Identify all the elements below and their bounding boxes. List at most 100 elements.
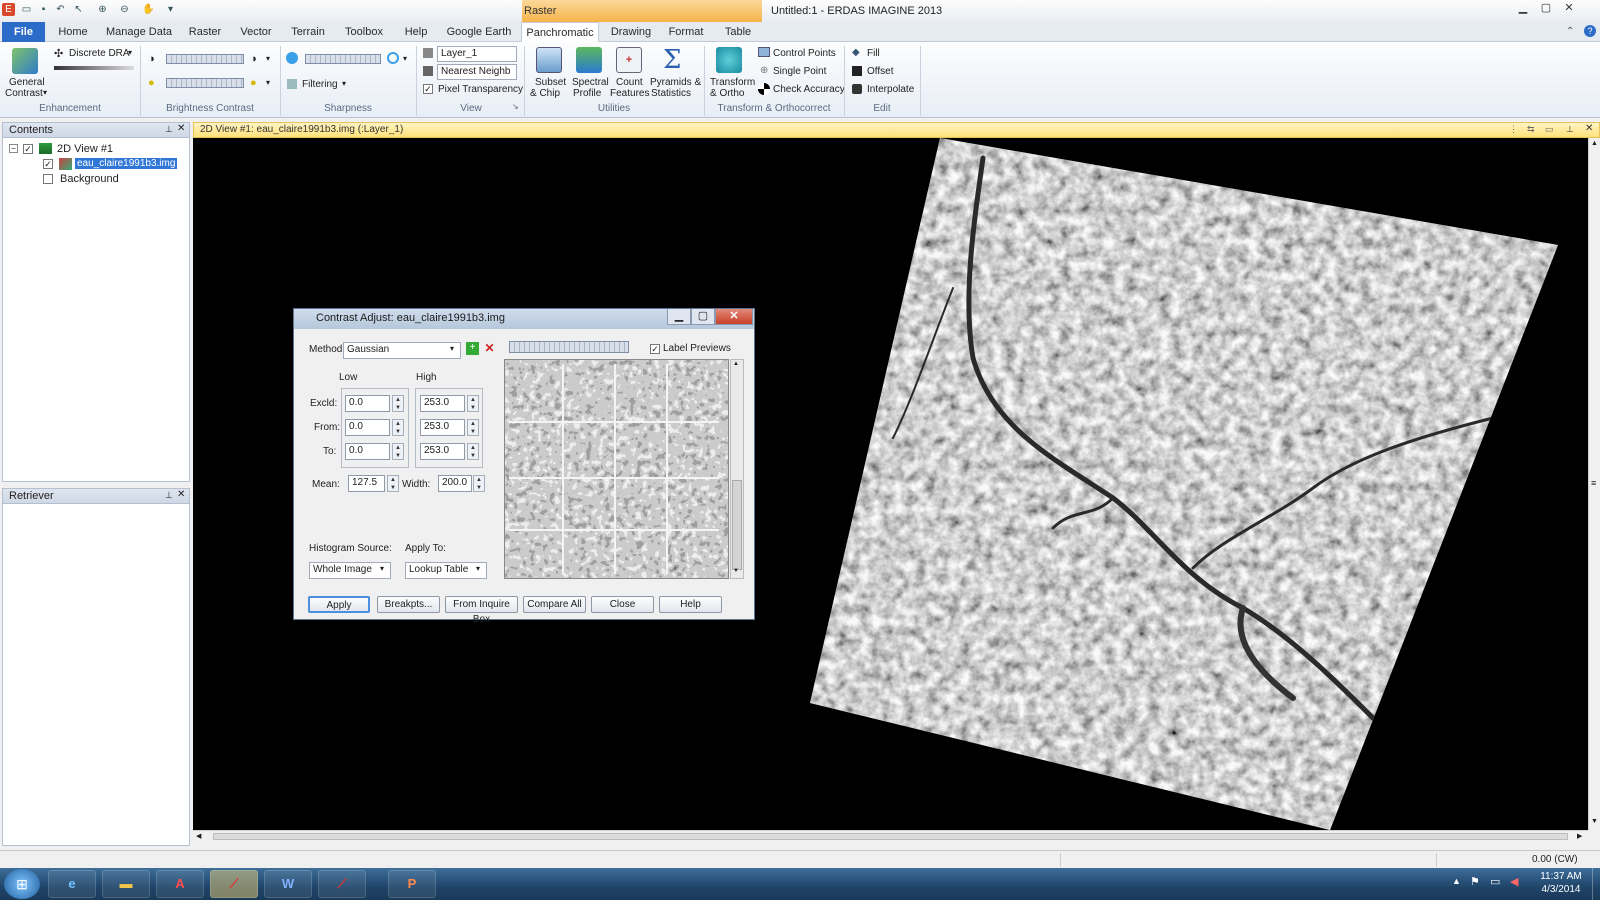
tab-toolbox[interactable]: Toolbox: [341, 22, 387, 42]
single-point-button[interactable]: Single Point: [773, 66, 826, 77]
general-contrast-icon[interactable]: [12, 48, 38, 74]
dialog-minimize-icon[interactable]: ▁: [667, 309, 691, 325]
tab-home[interactable]: Home: [52, 22, 94, 42]
scroll-down-icon[interactable]: ▼: [1591, 818, 1598, 825]
tab-terrain[interactable]: Terrain: [286, 22, 330, 42]
filtering-button[interactable]: Filtering: [302, 79, 338, 90]
maximize-icon[interactable]: ▢: [1535, 1, 1557, 17]
scroll-thumb[interactable]: ≡: [1591, 478, 1596, 488]
layer-item-label[interactable]: eau_claire1991b3.img: [75, 158, 178, 169]
spectral-label-2[interactable]: Profile: [573, 88, 601, 99]
count-features-icon[interactable]: +: [616, 47, 642, 73]
show-desktop-button[interactable]: [1592, 868, 1600, 900]
pin-icon[interactable]: ⊥: [1566, 124, 1574, 135]
to-low-input[interactable]: 0.0: [345, 443, 390, 460]
clock-time[interactable]: 11:37 AM: [1536, 871, 1586, 882]
breakpts-button[interactable]: Breakpts...: [377, 596, 440, 613]
undo-icon[interactable]: ↶: [54, 3, 67, 16]
contrast-slider[interactable]: [166, 54, 244, 64]
resample-select[interactable]: Nearest Neighb: [437, 64, 517, 80]
ribbon-collapse-icon[interactable]: ⌃: [1566, 26, 1574, 37]
tab-file[interactable]: File: [2, 22, 45, 42]
dialog-maximize-icon[interactable]: ▢: [691, 309, 715, 325]
viewer-float-icon[interactable]: ▭: [1545, 124, 1554, 135]
help-icon[interactable]: ?: [1584, 25, 1596, 37]
horizontal-scrollbar[interactable]: ◀ ▶: [193, 830, 1588, 842]
pin-icon[interactable]: ⊥: [165, 490, 173, 501]
spectral-profile-icon[interactable]: [576, 47, 602, 73]
scroll-right-icon[interactable]: ▶: [1577, 832, 1582, 840]
compare-all-button[interactable]: Compare All: [523, 596, 586, 613]
pixel-transparency-label[interactable]: Pixel Transparency: [438, 84, 523, 95]
check-accuracy-button[interactable]: Check Accuracy: [773, 84, 845, 95]
offset-button[interactable]: Offset: [867, 66, 894, 77]
view-checkbox[interactable]: ✓: [23, 144, 33, 154]
minimize-icon[interactable]: ▁: [1512, 1, 1534, 17]
dialog-launcher-icon[interactable]: ↘: [512, 102, 519, 111]
open-icon[interactable]: ▭: [20, 3, 33, 16]
chevron-down-icon[interactable]: ▾: [450, 344, 454, 353]
from-high-spinner[interactable]: ▲ ▼: [467, 419, 479, 436]
explorer-icon[interactable]: ▬: [102, 870, 150, 898]
close-icon[interactable]: ✕: [177, 489, 185, 500]
layer-select[interactable]: Layer_1: [437, 46, 517, 62]
scroll-up-icon[interactable]: ▲: [1591, 140, 1598, 147]
ie-icon[interactable]: e: [48, 870, 96, 898]
collapse-icon[interactable]: −: [9, 144, 18, 153]
chevron-down-icon[interactable]: ▾: [403, 54, 407, 63]
mean-spinner[interactable]: ▲ ▼: [387, 475, 399, 492]
close-icon[interactable]: ✕: [177, 123, 185, 134]
erdas-icon[interactable]: ⟋: [318, 870, 366, 898]
chevron-down-icon[interactable]: ▾: [266, 78, 270, 87]
network-icon[interactable]: ▭: [1490, 875, 1500, 888]
chevron-down-icon[interactable]: ▾: [266, 54, 270, 63]
to-low-spinner[interactable]: ▲ ▼: [392, 443, 404, 460]
tab-drawing[interactable]: Drawing: [608, 22, 654, 42]
excld-low-spinner[interactable]: ▲ ▼: [392, 395, 404, 412]
method-select[interactable]: Gaussian: [343, 342, 461, 359]
transform-label-1[interactable]: Transform: [710, 77, 755, 88]
fill-button[interactable]: Fill: [867, 48, 880, 59]
scroll-up-icon[interactable]: ▲: [733, 361, 739, 367]
view-item-label[interactable]: 2D View #1: [57, 143, 113, 155]
tab-vector[interactable]: Vector: [236, 22, 276, 42]
tab-panchromatic[interactable]: Panchromatic: [521, 22, 599, 43]
to-high-spinner[interactable]: ▲ ▼: [467, 443, 479, 460]
general-contrast-label-2[interactable]: Contrast: [5, 88, 43, 99]
brightness-slider[interactable]: [166, 78, 244, 88]
pan-icon[interactable]: ✋: [142, 3, 155, 16]
scroll-left-icon[interactable]: ◀: [196, 832, 201, 840]
transform-label-2[interactable]: & Ortho: [710, 88, 744, 99]
excld-high-spinner[interactable]: ▲ ▼: [467, 395, 479, 412]
pin-icon[interactable]: ⊥: [165, 124, 173, 135]
pyramids-statistics-icon[interactable]: Σ: [663, 45, 681, 75]
tab-help[interactable]: Help: [402, 22, 430, 42]
app-logo-icon[interactable]: E: [2, 3, 15, 16]
from-low-input[interactable]: 0.0: [345, 419, 390, 436]
apply-to-select[interactable]: Lookup Table: [405, 562, 487, 579]
chevron-down-icon[interactable]: ▾: [43, 88, 47, 97]
interpolate-button[interactable]: Interpolate: [867, 84, 914, 95]
brightness-increase-icon[interactable]: ●: [250, 77, 257, 89]
sharpness-increase-icon[interactable]: [387, 52, 399, 64]
close-button[interactable]: Close: [591, 596, 654, 613]
pixel-transparency-checkbox[interactable]: ✓: [423, 84, 433, 94]
start-button-icon[interactable]: ⊞: [4, 869, 40, 899]
tab-manage-data[interactable]: Manage Data: [104, 22, 174, 42]
viewer-link-icon[interactable]: ⇆: [1527, 124, 1535, 135]
excld-low-input[interactable]: 0.0: [345, 395, 390, 412]
hist-source-select[interactable]: Whole Image: [309, 562, 391, 579]
from-inquire-box-button[interactable]: From Inquire Box: [445, 596, 518, 625]
pyramids-label-2[interactable]: Statistics: [651, 88, 691, 99]
zoom-in-icon[interactable]: ⊕: [96, 3, 109, 16]
contrast-increase-icon[interactable]: ◑: [250, 53, 257, 65]
dialog-close-icon[interactable]: ✕: [715, 309, 753, 325]
chevron-down-icon[interactable]: ▾: [476, 564, 480, 573]
chevron-down-icon[interactable]: ▾: [342, 79, 346, 88]
close-icon[interactable]: ✕: [1558, 1, 1580, 17]
viewer-option-icon[interactable]: ⋮: [1509, 124, 1518, 135]
count-label-1[interactable]: Count: [616, 77, 643, 88]
subset-label-2[interactable]: & Chip: [530, 88, 560, 99]
discrete-dra-button[interactable]: Discrete DRA: [69, 48, 130, 59]
chevron-down-icon[interactable]: ▾: [128, 48, 132, 57]
